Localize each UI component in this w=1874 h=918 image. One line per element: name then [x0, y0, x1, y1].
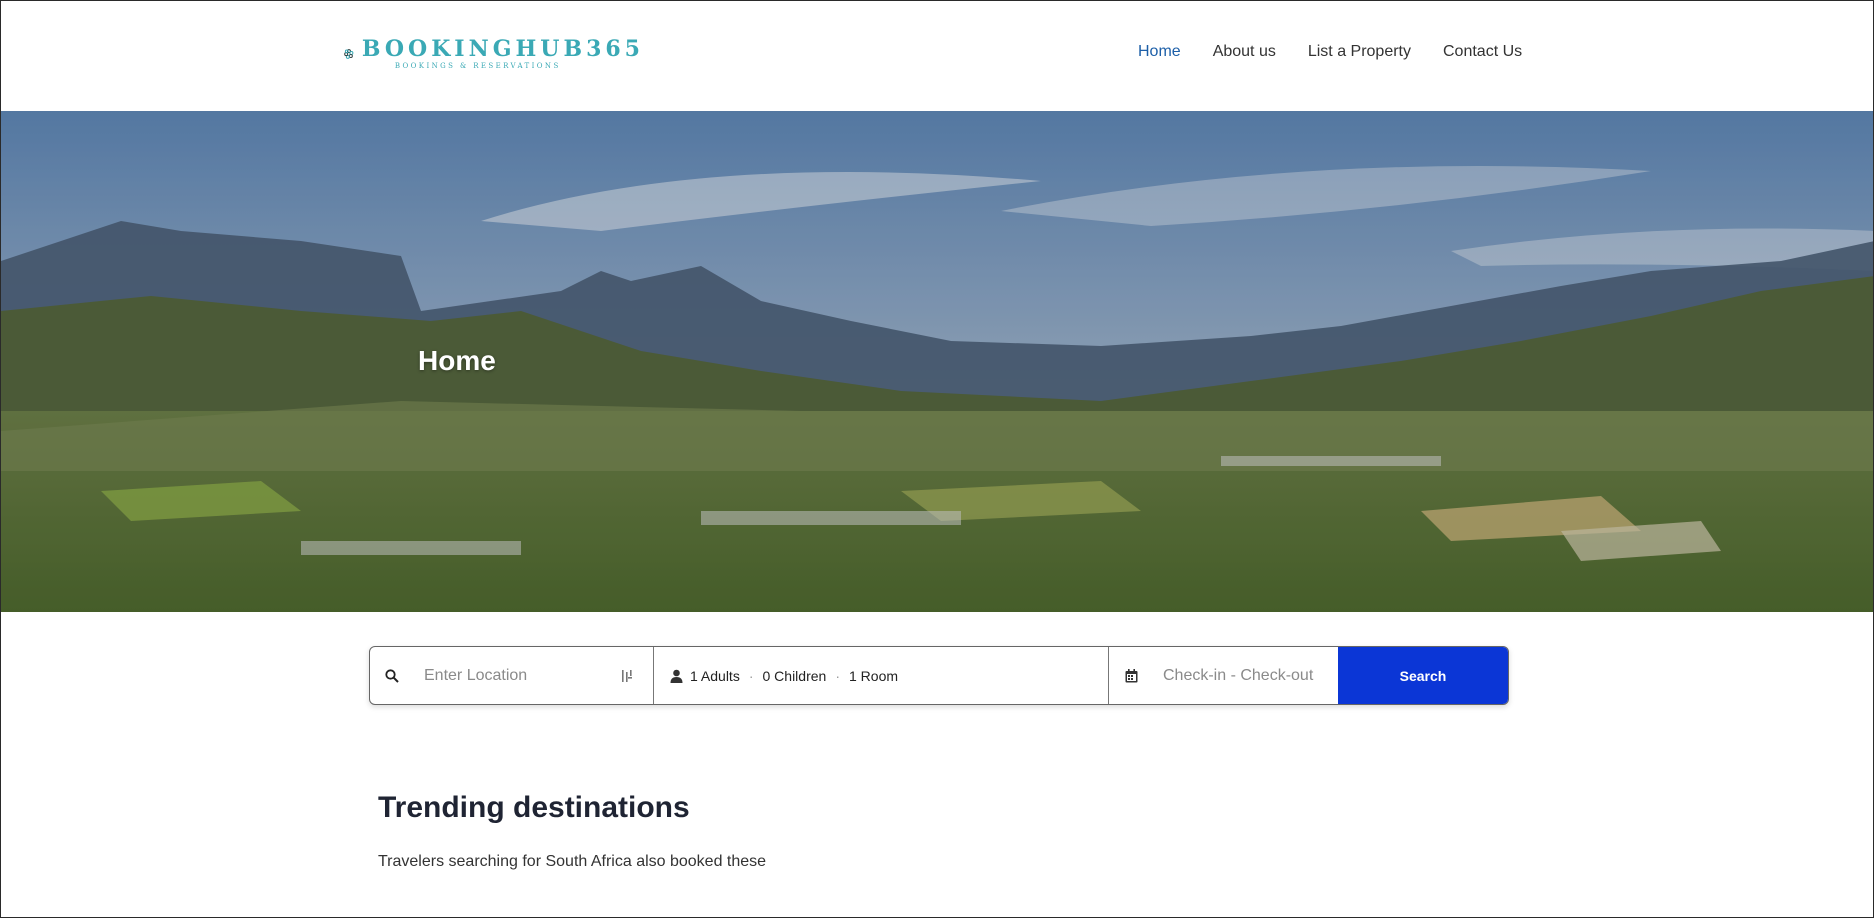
brand-logo[interactable]: BOOKINGHUB365 BOOKINGS & RESERVATIONS — [344, 17, 644, 91]
trending-subtitle: Travelers searching for South Africa als… — [378, 853, 767, 870]
crosshair-icon[interactable] — [619, 668, 635, 684]
location-field[interactable] — [370, 647, 654, 704]
brand-tagline: BOOKINGS & RESERVATIONS — [394, 62, 561, 70]
date-range-input[interactable] — [1163, 666, 1333, 685]
date-range-field[interactable] — [1109, 647, 1338, 704]
brand-name: BOOKINGHUB365 — [361, 36, 644, 62]
children-count: 0 Children — [762, 667, 827, 684]
trending-title: Trending destinations — [378, 791, 690, 824]
separator-dot: · — [748, 667, 754, 684]
nav-about-us[interactable]: About us — [1213, 43, 1276, 61]
logo-knot-icon — [344, 49, 354, 59]
main-nav: Home About us List a Property Contact Us — [1138, 43, 1522, 61]
search-bar: 1 Adults · 0 Children · 1 Room Search — [369, 646, 1509, 705]
guests-selector[interactable]: 1 Adults · 0 Children · 1 Room — [654, 647, 1109, 704]
user-icon — [668, 668, 684, 684]
search-icon — [384, 668, 400, 684]
logo-text: BOOKINGHUB365 BOOKINGS & RESERVATIONS — [362, 38, 644, 70]
separator-dot: · — [835, 667, 840, 684]
site-header: BOOKINGHUB365 BOOKINGS & RESERVATIONS Ho… — [1, 1, 1873, 111]
nav-list-a-property[interactable]: List a Property — [1308, 43, 1411, 61]
location-input[interactable] — [424, 666, 614, 685]
page: BOOKINGHUB365 BOOKINGS & RESERVATIONS Ho… — [0, 0, 1874, 918]
nav-contact-us[interactable]: Contact Us — [1443, 43, 1522, 61]
rooms-count: 1 Room — [849, 667, 899, 684]
hero-landscape-image — [1, 111, 1873, 612]
calendar-icon — [1123, 668, 1139, 684]
search-button[interactable]: Search — [1338, 647, 1508, 704]
nav-home[interactable]: Home — [1138, 43, 1181, 61]
hero-banner: Home — [1, 111, 1873, 612]
page-title: Home — [418, 345, 496, 376]
adults-count: 1 Adults — [690, 667, 740, 684]
